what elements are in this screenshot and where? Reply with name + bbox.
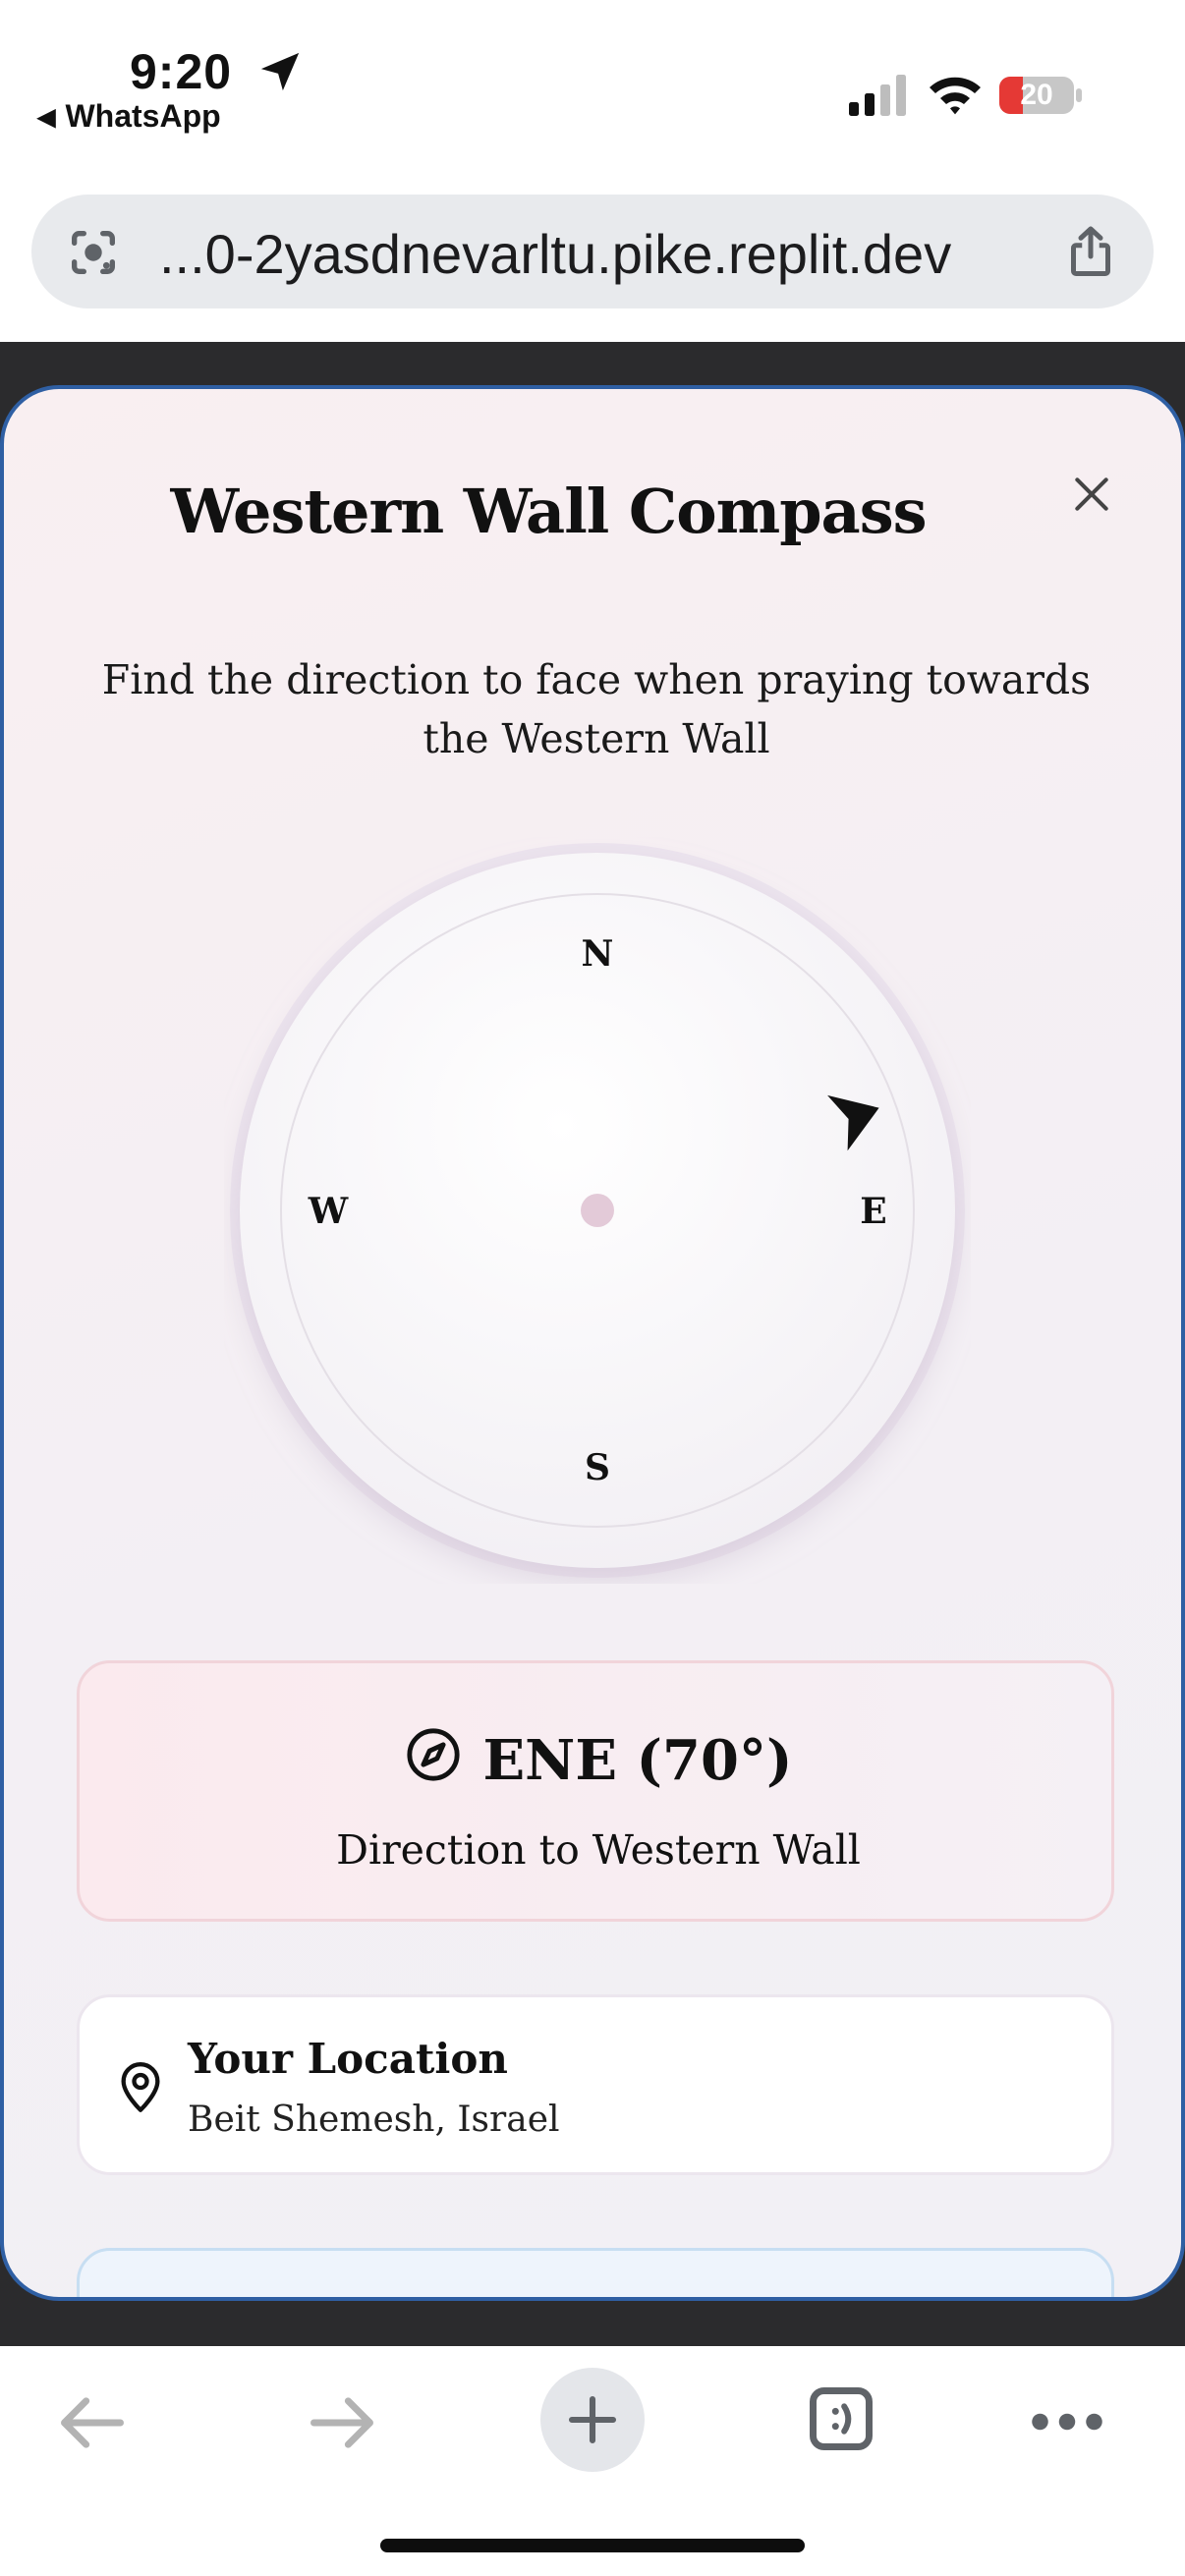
compass-label-north: N	[582, 933, 614, 975]
close-icon[interactable]	[1070, 473, 1113, 516]
status-bar: 9:20 ◀ WhatsApp 20	[0, 0, 1185, 187]
compass-dial: N E S W	[224, 837, 971, 1584]
compass-label-south: S	[585, 1447, 610, 1488]
modal-title: Western Wall Compass	[170, 476, 927, 547]
address-bar[interactable]: ...0-2yasdnevarltu.pike.replit.dev	[31, 195, 1154, 308]
compass-pivot	[581, 1194, 614, 1227]
google-lens-icon[interactable]	[65, 224, 122, 281]
location-title: Your Location	[188, 2035, 508, 2083]
back-app-label: WhatsApp	[65, 98, 221, 134]
location-arrow-icon	[260, 52, 300, 91]
map-pin-icon	[121, 2062, 160, 2112]
battery-icon: 20	[998, 75, 1083, 116]
forward-arrow-icon[interactable]	[305, 2385, 379, 2460]
direction-label: Direction to Western Wall	[336, 1826, 861, 1874]
home-indicator	[380, 2539, 805, 2552]
new-tab-button[interactable]	[540, 2368, 645, 2472]
more-dots-icon[interactable]	[1028, 2397, 1106, 2446]
back-to-app-link[interactable]: ◀ WhatsApp	[37, 98, 221, 135]
back-triangle-icon: ◀	[37, 104, 56, 131]
plus-icon	[568, 2395, 617, 2444]
compass-modal: Western Wall Compass Find the direction …	[0, 385, 1185, 2301]
back-arrow-icon[interactable]	[55, 2385, 130, 2460]
wifi-icon	[930, 77, 981, 115]
compass-label-west: W	[308, 1191, 349, 1232]
info-card-partial	[77, 2248, 1114, 2297]
compass-icon	[406, 1728, 460, 1781]
location-value: Beit Shemesh, Israel	[188, 2100, 560, 2140]
battery-level: 20	[1020, 79, 1053, 111]
status-time: 9:20	[130, 44, 233, 99]
share-icon[interactable]	[1061, 222, 1120, 281]
modal-subtitle: Find the direction to face when praying …	[101, 656, 1092, 762]
direction-card: ENE (70°) Direction to Western Wall	[77, 1660, 1114, 1922]
cellular-signal-icon	[849, 75, 906, 116]
url-text[interactable]: ...0-2yasdnevarltu.pike.replit.dev	[159, 222, 1063, 286]
tab-switcher-icon[interactable]	[804, 2381, 878, 2456]
location-card: Your Location Beit Shemesh, Israel	[77, 1994, 1114, 2175]
compass-label-east: E	[860, 1191, 886, 1232]
direction-value: ENE (70°)	[482, 1728, 793, 1793]
